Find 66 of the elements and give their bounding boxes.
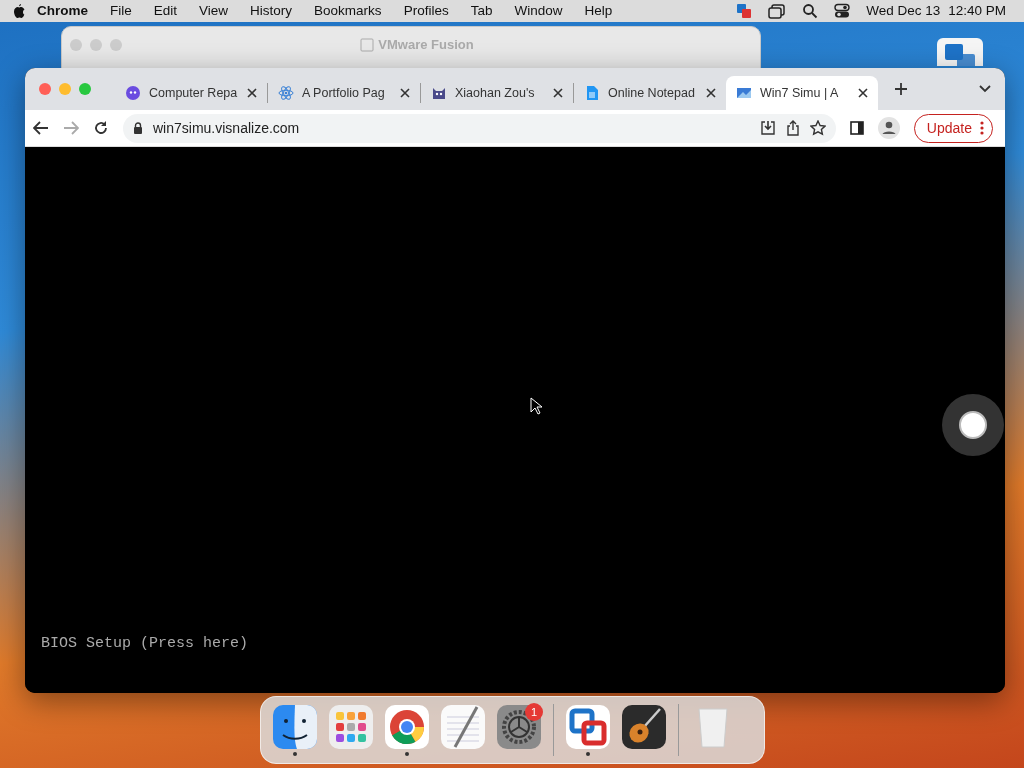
app-menu[interactable]: Chrome xyxy=(26,0,99,22)
share-icon[interactable] xyxy=(785,120,800,136)
star-icon[interactable] xyxy=(809,120,826,136)
search-icon[interactable] xyxy=(802,3,819,19)
tab-title: Computer Repa xyxy=(149,84,239,102)
back-icon[interactable] xyxy=(33,121,49,135)
browser-tab[interactable]: Xiaohan Zou's xyxy=(421,76,573,110)
gear-icon[interactable] xyxy=(497,704,541,749)
menu-bar-time: 12:40 PM xyxy=(948,1,1006,20)
address-bar[interactable]: win7simu.visnalize.com xyxy=(123,113,836,143)
cat-icon xyxy=(431,85,447,101)
reload-icon[interactable] xyxy=(93,120,109,136)
window-control-dot xyxy=(90,39,102,51)
bios-setup-link[interactable]: BIOS Setup (Press here) xyxy=(41,632,249,655)
atom-icon xyxy=(278,85,294,101)
close-icon[interactable] xyxy=(400,88,410,98)
browser-tab[interactable]: Online Notepad xyxy=(574,76,726,110)
windows-icon[interactable] xyxy=(768,3,787,19)
menu-item[interactable]: Window xyxy=(503,0,574,22)
menu-item[interactable]: View xyxy=(188,0,240,22)
picture-icon xyxy=(736,85,752,101)
profile-icon[interactable] xyxy=(877,117,900,139)
menu-bar-date: Wed Dec 13 xyxy=(866,1,941,20)
browser-tab[interactable]: Win7 Simu | A xyxy=(726,76,878,110)
update-button[interactable]: Update xyxy=(913,113,993,143)
browser-icon[interactable] xyxy=(385,704,429,749)
tab-title: A Portfolio Pag xyxy=(302,84,386,102)
side-panel-icon[interactable] xyxy=(849,121,864,135)
lock-icon xyxy=(133,122,143,134)
menu-item[interactable]: File xyxy=(99,0,143,22)
download-icon[interactable] xyxy=(759,120,776,136)
mascot-icon xyxy=(125,85,141,101)
app-status-icon[interactable] xyxy=(736,3,753,19)
app-grid-icon[interactable] xyxy=(329,704,373,749)
menu-item[interactable]: Bookmarks xyxy=(303,0,393,22)
tab-title: Xiaohan Zou's xyxy=(455,84,536,102)
window-title: VMware Fusion xyxy=(378,36,474,54)
overlapping-squares-icon[interactable] xyxy=(566,704,610,749)
finder-icon[interactable] xyxy=(273,704,317,749)
more-icon xyxy=(980,121,984,135)
menu-item[interactable]: Edit xyxy=(142,0,189,22)
notepad-pen-icon[interactable] xyxy=(441,704,485,749)
tab-title: Online Notepad xyxy=(608,84,696,102)
url-text: win7simu.visnalize.com xyxy=(153,118,301,138)
close-icon[interactable] xyxy=(858,88,868,98)
guitar-icon[interactable] xyxy=(622,704,666,749)
menu-item[interactable]: Tab xyxy=(459,0,504,22)
close-icon[interactable] xyxy=(706,88,716,98)
menu-item[interactable]: History xyxy=(239,0,304,22)
close-icon[interactable] xyxy=(553,88,563,98)
cursor-icon xyxy=(530,397,542,415)
document-icon xyxy=(584,85,600,101)
window-control-dot xyxy=(70,39,82,51)
close-icon[interactable] xyxy=(247,88,257,98)
menu-item[interactable]: Help xyxy=(573,0,624,22)
browser-tab[interactable]: A Portfolio Pag xyxy=(268,76,420,110)
browser-tab[interactable]: Computer Repa xyxy=(115,76,267,110)
chevron-down-icon[interactable] xyxy=(979,85,991,93)
document-icon xyxy=(360,37,375,52)
app-desktop-icon[interactable] xyxy=(935,36,985,66)
tab-title: Win7 Simu | A xyxy=(760,84,840,102)
window-control-dot xyxy=(110,39,122,51)
plus-icon[interactable] xyxy=(894,82,908,96)
toggles-icon[interactable] xyxy=(834,3,851,19)
notification-badge: 1 xyxy=(525,703,543,721)
menu-item[interactable]: Profiles xyxy=(392,0,460,22)
